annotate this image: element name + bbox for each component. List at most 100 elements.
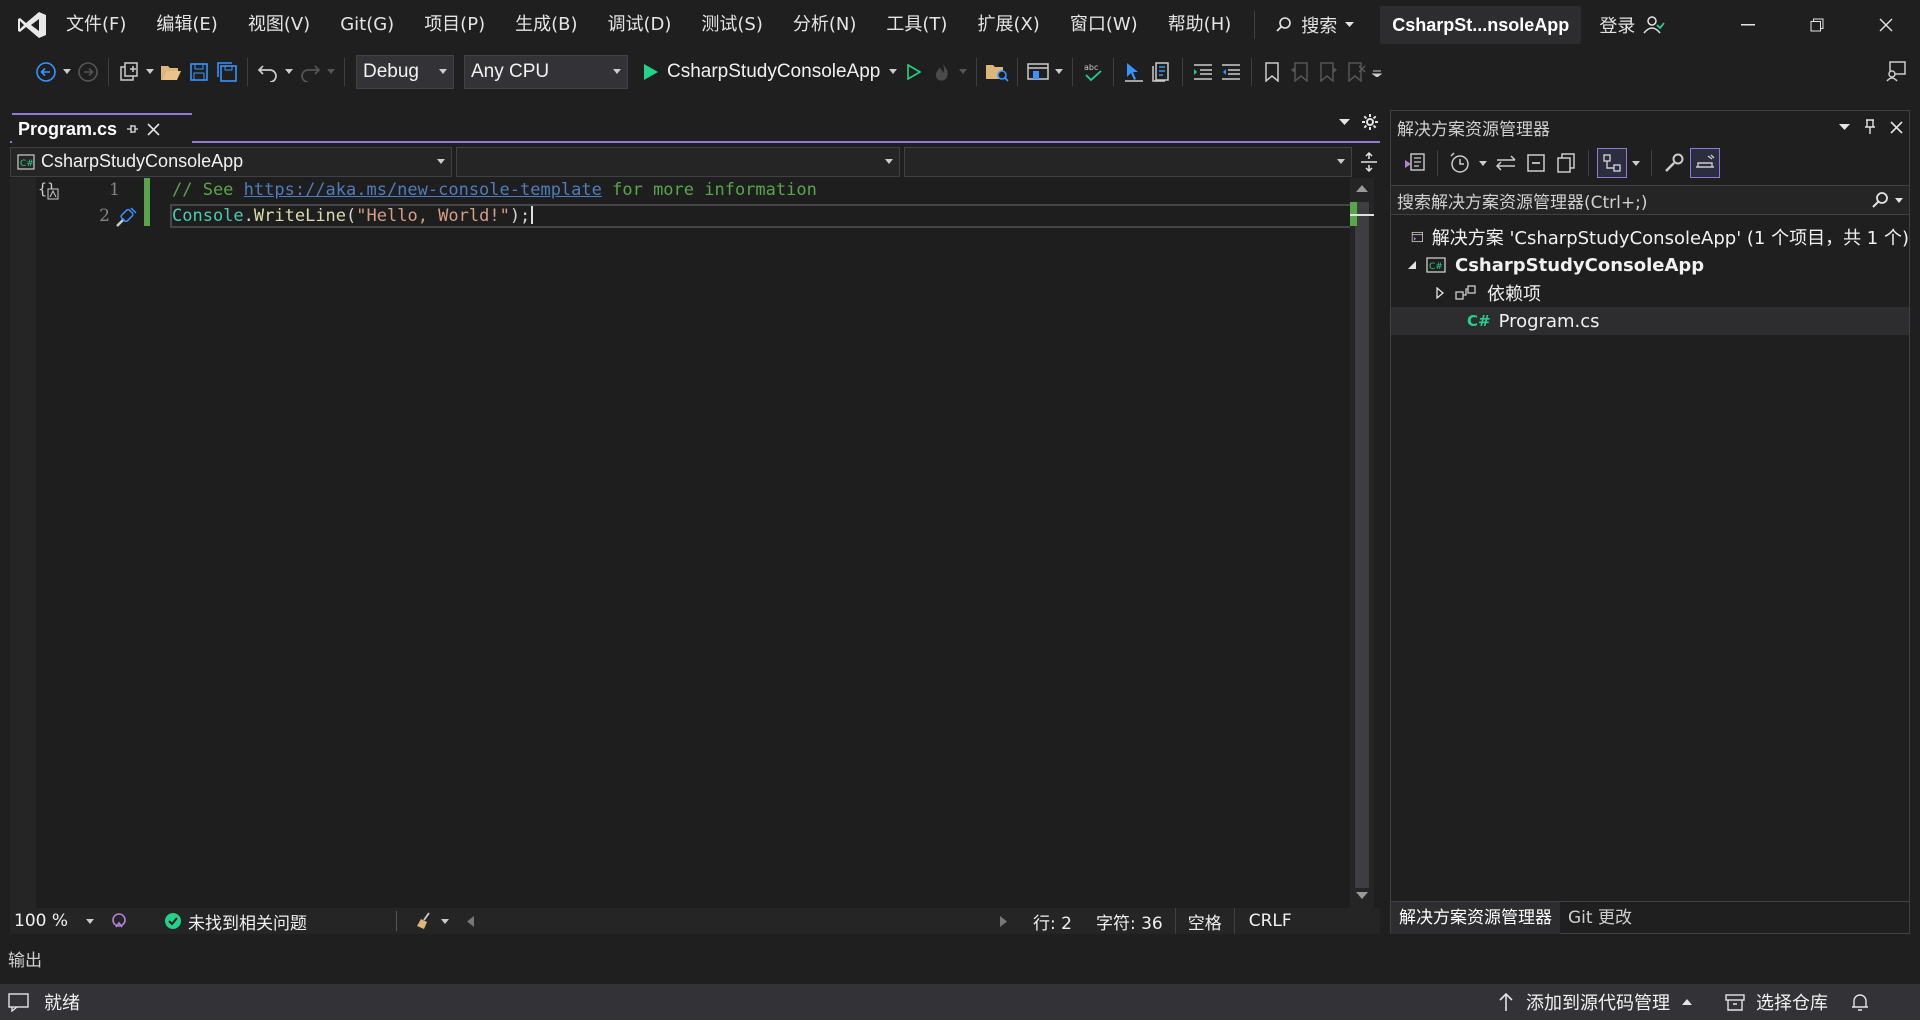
whitespace-mode[interactable]: 空格 — [1174, 908, 1234, 934]
scroll-right-icon[interactable] — [1000, 916, 1007, 927]
select-repository-button[interactable]: 选择仓库 — [1716, 989, 1836, 1015]
code-line[interactable]: 1 // See https://aka.ms/new-console-temp… — [10, 178, 1360, 202]
filter-dropdown[interactable] — [1476, 148, 1490, 178]
menu-analyze[interactable]: 分析(N) — [778, 0, 872, 50]
menu-file[interactable]: 文件(F) — [64, 0, 141, 50]
start-without-debugging-button[interactable] — [900, 57, 928, 87]
scroll-thumb[interactable] — [1355, 202, 1369, 888]
menu-project[interactable]: 项目(P) — [409, 0, 500, 50]
output-window-tab[interactable]: 输出 — [8, 946, 42, 971]
start-debugging-button[interactable]: CsharpStudyConsoleApp — [643, 55, 880, 89]
menu-git[interactable]: Git(G) — [325, 0, 409, 50]
project-nav-dropdown[interactable]: C# CsharpStudyConsoleApp — [10, 146, 452, 177]
close-icon[interactable] — [1890, 120, 1903, 134]
menu-view[interactable]: 视图(V) — [233, 0, 325, 50]
tree-item-solution[interactable]: 解决方案 'CsharpStudyConsoleApp' (1 个项目，共 1 … — [1391, 223, 1909, 251]
window-position-dropdown-icon[interactable] — [1839, 123, 1850, 131]
quick-actions-screwdriver-icon[interactable] — [114, 206, 138, 228]
save-all-button[interactable] — [213, 57, 241, 87]
configuration-select[interactable]: Debug — [356, 54, 454, 89]
code-cleanup-button[interactable] — [407, 908, 457, 934]
menu-extensions[interactable]: 扩展(X) — [962, 0, 1054, 50]
layout-dropdown[interactable] — [1052, 57, 1066, 87]
hot-reload-button[interactable] — [928, 57, 956, 87]
hot-reload-dropdown[interactable] — [956, 57, 970, 87]
switch-views-button[interactable] — [1401, 148, 1429, 178]
split-editor-icon[interactable] — [1360, 151, 1378, 172]
properties-button[interactable] — [1660, 148, 1688, 178]
navigate-back-button[interactable] — [32, 57, 60, 87]
tree-item-project[interactable]: C# CsharpStudyConsoleApp — [1391, 251, 1909, 279]
next-bookmark-button[interactable] — [1314, 57, 1342, 87]
toolbar-overflow[interactable] — [1370, 57, 1384, 87]
solution-search-box[interactable]: 搜索解决方案资源管理器(Ctrl+;) — [1391, 185, 1909, 215]
pin-icon[interactable] — [125, 122, 139, 136]
pending-changes-filter-button[interactable] — [1446, 148, 1474, 178]
tab-solution-explorer[interactable]: 解决方案资源管理器 — [1391, 901, 1560, 934]
zoom-select[interactable]: 100 % — [10, 908, 102, 934]
redo-button[interactable] — [296, 57, 324, 87]
menu-window[interactable]: 窗口(W) — [1055, 0, 1153, 50]
menu-test[interactable]: 测试(S) — [686, 0, 777, 50]
previous-bookmark-button[interactable] — [1286, 57, 1314, 87]
sync-with-document-button[interactable] — [1492, 148, 1520, 178]
vertical-scrollbar[interactable] — [1350, 178, 1374, 908]
type-nav-dropdown[interactable] — [456, 146, 900, 177]
layout-button[interactable] — [1024, 57, 1052, 87]
gear-icon[interactable] — [1362, 114, 1378, 130]
menu-tools[interactable]: 工具(T) — [871, 0, 962, 50]
search-icon[interactable] — [1871, 191, 1889, 209]
indent-button[interactable] — [1189, 57, 1217, 87]
menu-debug[interactable]: 调试(D) — [593, 0, 687, 50]
undo-button[interactable] — [254, 57, 282, 87]
redo-dropdown[interactable] — [324, 57, 338, 87]
minimize-button[interactable] — [1713, 0, 1782, 50]
horizontal-scrollbar[interactable] — [457, 908, 1017, 934]
search-button[interactable]: 搜索 — [1263, 0, 1366, 50]
expanded-arrow-icon[interactable] — [1407, 260, 1417, 270]
code-line[interactable]: 2 Console.WriteLine("Hello, World!"); — [10, 204, 1360, 228]
preview-selected-button[interactable] — [1690, 148, 1720, 178]
comment-link[interactable]: https://aka.ms/new-console-template — [244, 180, 602, 200]
view-dropdown[interactable] — [1629, 148, 1643, 178]
scroll-up-icon[interactable] — [1356, 184, 1368, 192]
login-button[interactable]: 登录 — [1599, 12, 1666, 38]
close-tab-icon[interactable] — [147, 122, 160, 136]
pin-icon[interactable] — [1864, 119, 1876, 135]
toggle-bookmark-button[interactable] — [1258, 57, 1286, 87]
outdent-button[interactable] — [1217, 57, 1245, 87]
navigate-forward-button[interactable] — [74, 57, 102, 87]
ready-status[interactable]: 就绪 — [0, 989, 88, 1015]
char-position[interactable]: 字符: 36 — [1088, 908, 1171, 934]
line-ending-mode[interactable]: CRLF — [1233, 908, 1306, 934]
tab-program-cs[interactable]: Program.cs — [12, 113, 192, 143]
tracked-view-button[interactable] — [1597, 148, 1627, 178]
platform-select[interactable]: Any CPU — [464, 54, 628, 89]
new-project-button[interactable] — [115, 57, 143, 87]
format-document-button[interactable] — [1148, 57, 1176, 87]
search-options-dropdown-icon[interactable] — [1895, 197, 1903, 203]
line-position[interactable]: 行: 2 — [1025, 908, 1080, 934]
open-folder-button[interactable] — [983, 57, 1011, 87]
close-window-button[interactable] — [1851, 0, 1920, 50]
undo-dropdown[interactable] — [282, 57, 296, 87]
live-share-button[interactable] — [1882, 56, 1910, 86]
collapsed-arrow-icon[interactable] — [1435, 287, 1445, 299]
member-nav-dropdown[interactable] — [904, 146, 1352, 177]
open-file-button[interactable] — [157, 57, 185, 87]
tree-item-program-cs[interactable]: C# Program.cs — [1391, 307, 1909, 335]
menu-build[interactable]: 生成(B) — [500, 0, 592, 50]
menu-edit[interactable]: 编辑(E) — [141, 0, 232, 50]
issues-indicator[interactable]: 未找到相关问题 — [156, 908, 396, 934]
tab-list-dropdown-icon[interactable] — [1339, 118, 1350, 126]
add-to-source-control-button[interactable]: 添加到源代码管理 — [1490, 989, 1700, 1015]
save-button[interactable] — [185, 57, 213, 87]
back-dropdown[interactable] — [60, 57, 74, 87]
scroll-down-icon[interactable] — [1356, 892, 1368, 900]
tab-git-changes[interactable]: Git 更改 — [1560, 902, 1640, 934]
scroll-left-icon[interactable] — [467, 916, 474, 927]
tree-item-dependencies[interactable]: 依赖项 — [1391, 279, 1909, 307]
code-editor[interactable]: {} 1 // See https://aka.ms/new-console-t… — [10, 178, 1360, 908]
spell-check-button[interactable]: abc — [1079, 57, 1107, 87]
startup-dropdown[interactable] — [886, 57, 900, 87]
